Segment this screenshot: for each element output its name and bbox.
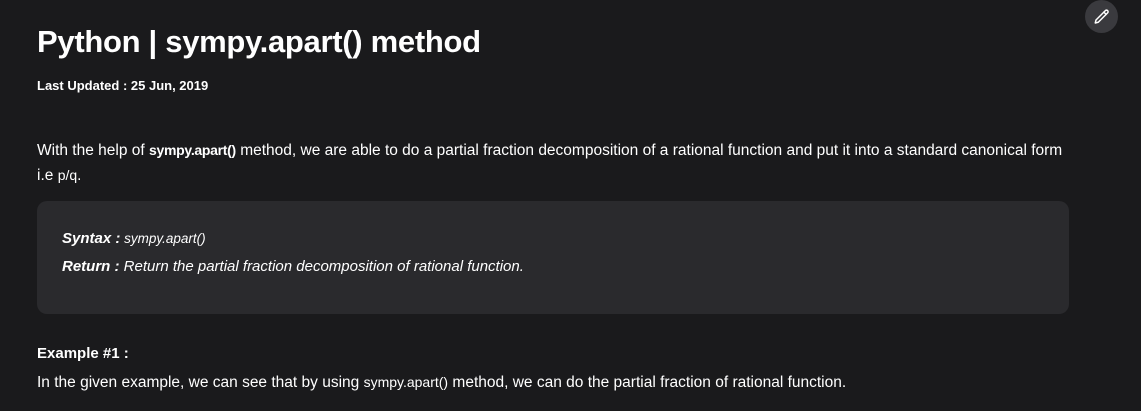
last-updated: Last Updated : 25 Jun, 2019: [37, 78, 209, 93]
return-label: Return :: [62, 258, 120, 275]
return-line: Return : Return the partial fraction dec…: [62, 258, 524, 275]
edit-button[interactable]: [1085, 0, 1118, 33]
syntax-label: Syntax :: [62, 230, 121, 247]
example-text-end: method, we can do the partial fraction o…: [448, 374, 847, 391]
example-text-start: In the given example, we can see that by…: [37, 374, 364, 391]
page-title: Python | sympy.apart() method: [37, 24, 481, 59]
intro-code-apart: sympy.apart(): [149, 142, 236, 158]
intro-code-pq: p/q: [57, 167, 78, 183]
syntax-line: Syntax : sympy.apart(): [62, 230, 206, 247]
intro-text-start: With the help of: [37, 142, 150, 159]
intro-text-end: .: [77, 167, 82, 184]
example-heading: Example #1 :: [37, 345, 129, 362]
example-code-apart: sympy.apart(): [363, 374, 449, 390]
syntax-value: sympy.apart(): [120, 231, 206, 246]
example-paragraph: In the given example, we can see that by…: [37, 371, 846, 394]
return-value: Return the partial fraction decompositio…: [119, 258, 524, 275]
pencil-icon: [1093, 8, 1111, 26]
intro-paragraph: With the help of sympy.apart() method, w…: [37, 138, 1077, 188]
